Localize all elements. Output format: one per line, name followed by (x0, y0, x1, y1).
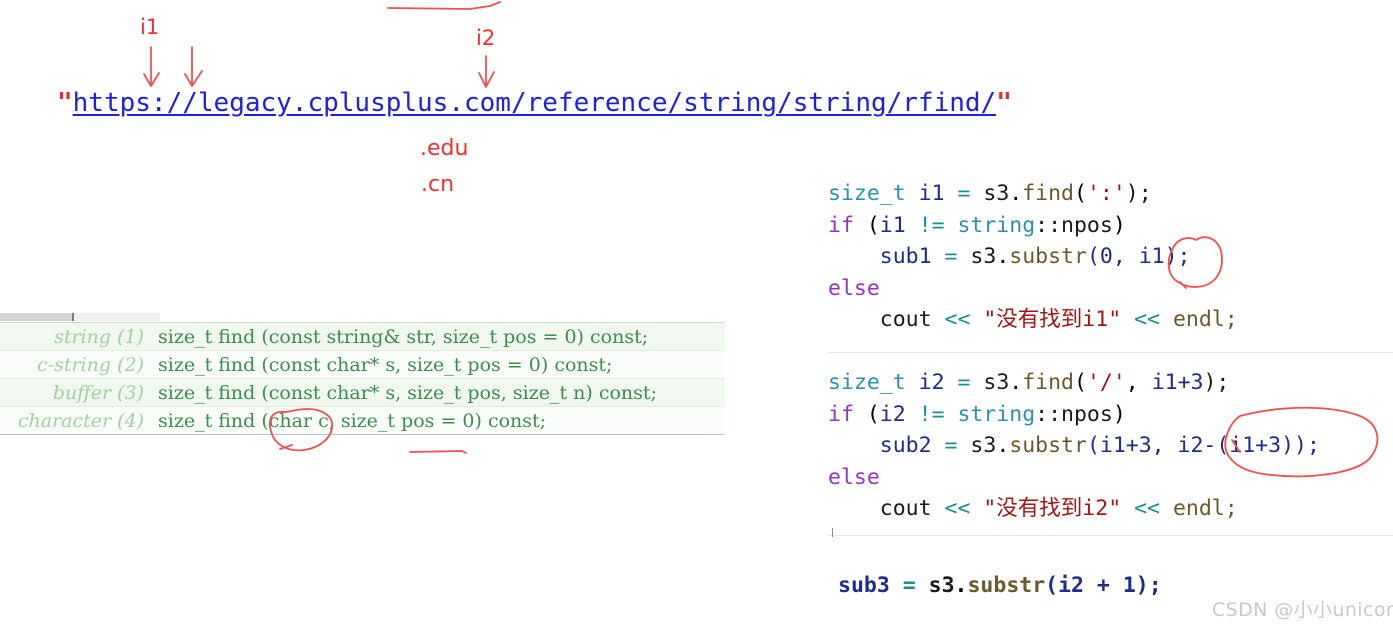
annotation-label-edu: .edu (420, 136, 469, 161)
code-token-op: = (957, 370, 971, 395)
code-token-obj: cout (879, 307, 932, 332)
code-token-var: sub1 (879, 244, 932, 269)
code-token-var: i2 (918, 370, 945, 395)
code-token-var: i1 (879, 212, 906, 238)
code-token-op: << (1134, 496, 1160, 521)
code-token-fn: substr (967, 573, 1046, 598)
annotated-url-line: "https://legacy.cplusplus.com/reference/… (57, 88, 1012, 118)
code-line: if (i2 != string::npos) (828, 401, 1126, 427)
code-line: sub2 = s3.substr(i1+3, i2-(i1+3)); (879, 433, 1320, 458)
code-token-op: = (902, 573, 916, 598)
code-token-args: (0, i1); (1086, 244, 1191, 269)
code-token-obj: s3 (983, 181, 1010, 206)
code-token-type: string (957, 212, 1036, 238)
csdn-watermark: CSDN @小小unicorn (1212, 599, 1393, 621)
code-token-type: size_t (828, 181, 906, 206)
code-token-op: << (1134, 307, 1160, 332)
code-token-obj: cout (879, 496, 932, 521)
code-token-op: << (944, 496, 971, 521)
code-line: cout << "没有找到i1" << endl; (828, 304, 1320, 336)
code-token-fn: substr (1009, 433, 1087, 458)
code-token-char: '/' (1086, 370, 1126, 395)
code-line: else (828, 462, 1320, 494)
code-token-tail: ); (1125, 181, 1152, 206)
code-token-type: string (957, 401, 1036, 427)
code-token-var: sub3 (838, 573, 890, 598)
code-token-args: (i2 + 1); (1045, 573, 1162, 598)
code-token-npos: ::npos (1035, 212, 1113, 238)
code-token-obj: s3 (970, 244, 997, 269)
code-token-op: = (944, 244, 958, 269)
table-row: c-string (2) size_t find (const char* s,… (0, 350, 725, 378)
annotation-label-i2: i2 (476, 26, 496, 50)
overload-label: buffer (3) (52, 381, 144, 404)
overload-signature: size_t find (const char* s, size_t pos, … (158, 381, 657, 404)
find-overload-table: string (1) size_t find (const string& st… (0, 322, 725, 435)
code-separator-bottom (828, 535, 1393, 536)
url-open-quote: " (57, 88, 73, 118)
overload-signature: size_t find (const string& str, size_t p… (158, 325, 649, 348)
code-line: size_t i1 = s3.find(':'); (828, 181, 1152, 206)
code-separator-tick (832, 528, 833, 537)
code-token-var: sub2 (879, 433, 932, 458)
find-table-scrollbar-thumb[interactable] (0, 313, 74, 321)
annotation-label-cn: .cn (421, 172, 455, 197)
code-token-op: << (944, 307, 971, 332)
code-token-npos: ::npos (1035, 401, 1113, 427)
url-link[interactable]: https://legacy.cplusplus.com/reference/s… (73, 88, 997, 118)
code-line: sub1 = s3.substr(0, i1); (879, 244, 1191, 269)
overload-label: character (4) (17, 409, 144, 432)
code-token-arg2: i1+3 (1151, 370, 1204, 395)
code-token-op: != (918, 401, 945, 427)
code-token-var: i2 (879, 401, 906, 427)
code-token-op: = (944, 433, 958, 458)
code-line-sub3: sub3 = s3.substr(i2 + 1); (838, 573, 1162, 598)
code-token-obj: s3 (928, 573, 955, 598)
table-row: character (4) size_t find (char c, size_… (0, 406, 725, 434)
overload-label: string (1) (54, 325, 144, 348)
code-token-keyword: else (828, 275, 880, 301)
code-line: cout << "没有找到i2" << endl; (828, 493, 1320, 525)
code-token-endl: endl; (1172, 496, 1238, 521)
url-close-quote: " (996, 88, 1012, 118)
code-token-endl: endl; (1172, 307, 1238, 332)
code-line: if (i1 != string::npos) (828, 212, 1126, 238)
overload-label: c-string (2) (37, 353, 144, 376)
code-separator-top (828, 352, 1393, 353)
overload-signature: size_t find (const char* s, size_t pos =… (158, 353, 613, 376)
code-token-char: ':' (1086, 181, 1126, 206)
code-line: size_t i2 = s3.find('/', i1+3); (828, 370, 1230, 395)
code-token-fn: find (1022, 370, 1074, 395)
code-token-keyword: if (828, 212, 854, 238)
code-token-string: "没有找到i2" (983, 496, 1122, 521)
code-token-obj: s3 (983, 370, 1010, 395)
overload-signature: size_t find (char c, size_t pos = 0) con… (158, 409, 547, 432)
code-token-fn: substr (1009, 244, 1087, 269)
code-token-args: (i1+3, i2-(i1+3)); (1086, 433, 1320, 458)
table-row: buffer (3) size_t find (const char* s, s… (0, 378, 725, 406)
code-token-keyword: if (828, 401, 854, 427)
annotation-label-i1: i1 (140, 15, 160, 39)
table-row: string (1) size_t find (const string& st… (0, 323, 725, 350)
code-token-type: size_t (828, 370, 906, 395)
code-token-op: = (957, 181, 971, 206)
code-token-keyword: else (828, 464, 880, 490)
code-token-fn: find (1022, 181, 1074, 206)
code-token-string: "没有找到i1" (983, 307, 1122, 332)
code-token-obj: s3 (970, 433, 997, 458)
code-token-var: i1 (918, 181, 945, 206)
code-token-op: != (918, 212, 945, 238)
code-line: else (828, 273, 1320, 305)
code-token-tail: ); (1203, 370, 1230, 395)
